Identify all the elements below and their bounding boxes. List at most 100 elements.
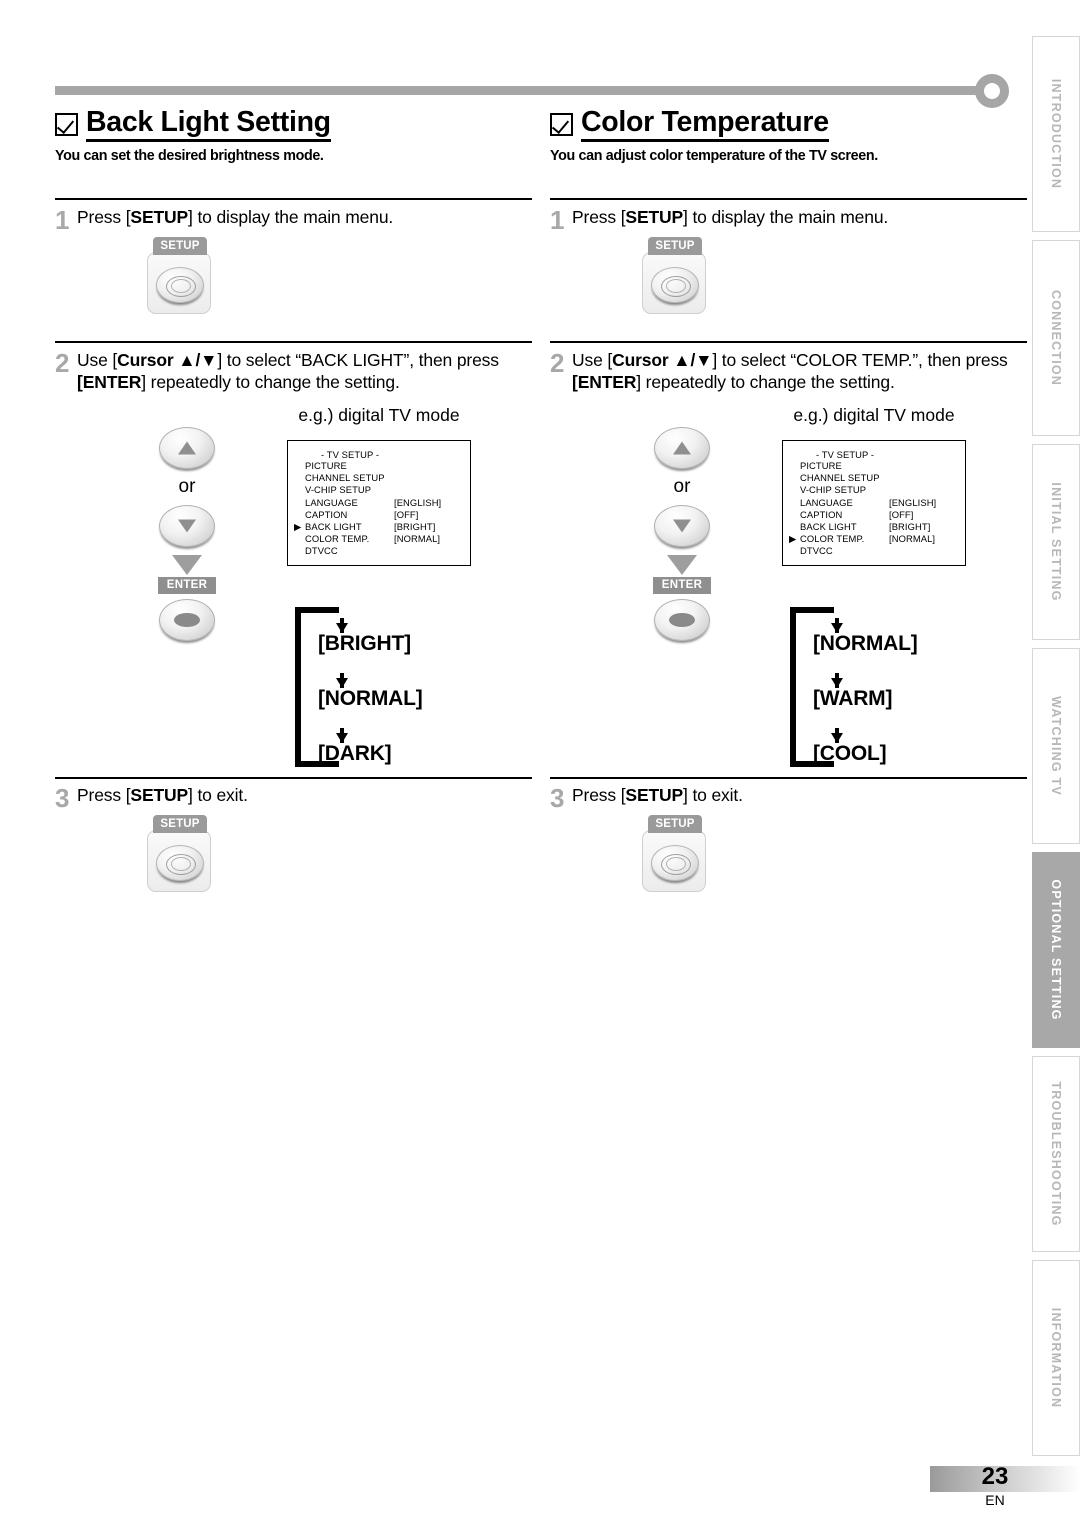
cycle-option: [WARM] — [813, 687, 893, 710]
osd-row-label: CHANNEL SETUP — [305, 472, 385, 484]
cycle-option: [BRIGHT] — [318, 632, 411, 655]
sidebar-tab-label: INFORMATION — [1049, 1307, 1063, 1409]
osd-row[interactable]: CHANNEL SETUP — [783, 472, 965, 484]
cursor-down-button[interactable] — [159, 505, 215, 547]
step-number: 1 — [55, 205, 70, 235]
step-text: Use [Cursor ▲/▼] to select “COLOR TEMP.”… — [572, 350, 1008, 393]
osd-row[interactable]: CAPTION [OFF] — [783, 509, 965, 521]
chapter-tabs-sidebar: INTRODUCTION CONNECTION INITIAL SETTING … — [1028, 0, 1080, 1526]
setup-button-cap-icon — [651, 845, 699, 881]
sidebar-tab-initial-setting[interactable]: INITIAL SETTING — [1032, 444, 1080, 640]
content-columns: Back Light Setting You can set the desir… — [0, 0, 1027, 1526]
osd-row-selected[interactable]: ▶ BACK LIGHT [BRIGHT] — [288, 521, 470, 533]
step-text: Press [SETUP] to display the main menu. — [572, 207, 889, 227]
triangle-up-icon — [673, 441, 691, 455]
step-2: 2 Use [Cursor ▲/▼] to select “BACK LIGHT… — [55, 349, 499, 394]
osd-selection-marker-icon: ▶ — [789, 533, 797, 545]
or-label: or — [178, 476, 196, 497]
sidebar-tab-connection[interactable]: CONNECTION — [1032, 240, 1080, 436]
section-heading: Back Light Setting — [55, 107, 331, 142]
cursor-up-button[interactable] — [159, 427, 215, 469]
osd-row[interactable]: DTVCC — [783, 545, 965, 557]
step-text: Use [Cursor ▲/▼] to select “BACK LIGHT”,… — [77, 350, 499, 393]
setting-cycle-diagram: [BRIGHT] [NORMAL] [DARK] — [295, 607, 535, 767]
osd-row-value: [BRIGHT] — [394, 520, 436, 532]
step-number: 3 — [550, 783, 565, 813]
osd-row[interactable]: V-CHIP SETUP — [783, 484, 965, 496]
osd-row-value: [ENGLISH] — [394, 496, 442, 508]
step-number: 2 — [550, 348, 565, 378]
cycle-option: [COOL] — [813, 742, 887, 765]
setup-button-label: SETUP — [153, 815, 207, 833]
flow-arrow-down-icon — [172, 555, 202, 575]
cursor-down-button[interactable] — [654, 505, 710, 547]
step-3: 3 Press [SETUP] to exit. — [550, 784, 743, 811]
osd-row-label: V-CHIP SETUP — [305, 484, 372, 496]
section-back-light-setting: Back Light Setting You can set the desir… — [55, 0, 547, 1526]
osd-row[interactable]: CAPTION [OFF] — [288, 509, 470, 521]
osd-menu-box: - TV SETUP - PICTURE CHANNEL SETUP V-CHI… — [287, 440, 471, 566]
osd-row-label: DTVCC — [800, 545, 833, 557]
osd-menu-box: - TV SETUP - PICTURE CHANNEL SETUP V-CHI… — [782, 440, 966, 566]
setup-button-cap-icon — [156, 845, 204, 881]
checkbox-icon — [550, 113, 573, 137]
setup-button-label: SETUP — [648, 815, 702, 833]
sidebar-tab-troubleshooting[interactable]: TROUBLESHOOTING — [1032, 1056, 1080, 1252]
step-1: 1 Press [SETUP] to display the main menu… — [550, 206, 888, 233]
enter-button[interactable] — [654, 599, 710, 641]
osd-row[interactable]: V-CHIP SETUP — [288, 484, 470, 496]
cursor-controls: or ENTER — [640, 427, 724, 641]
osd-row[interactable]: COLOR TEMP. [NORMAL] — [288, 533, 470, 545]
osd-row-label: LANGUAGE — [800, 496, 853, 508]
osd-row-label: V-CHIP SETUP — [800, 484, 867, 496]
osd-row-selected[interactable]: ▶ COLOR TEMP. [NORMAL] — [783, 533, 965, 545]
triangle-down-icon — [178, 519, 196, 533]
cursor-up-button[interactable] — [654, 427, 710, 469]
osd-title: - TV SETUP - — [321, 449, 380, 460]
setup-button[interactable]: SETUP — [147, 237, 211, 314]
section-color-temperature: Color Temperature You can adjust color t… — [550, 0, 1042, 1526]
osd-title: - TV SETUP - — [816, 449, 875, 460]
sidebar-tab-introduction[interactable]: INTRODUCTION — [1032, 36, 1080, 232]
step-number: 1 — [550, 205, 565, 235]
osd-row-value: [BRIGHT] — [889, 520, 931, 532]
osd-row-label: COLOR TEMP. — [305, 533, 370, 545]
section-subtitle: You can set the desired brightness mode. — [55, 148, 324, 164]
osd-row[interactable]: BACK LIGHT [BRIGHT] — [783, 521, 965, 533]
page-title: Back Light Setting — [86, 107, 331, 142]
enter-button[interactable] — [159, 599, 215, 641]
osd-row-label: PICTURE — [305, 460, 347, 471]
enter-dot-icon — [669, 613, 695, 627]
setup-button[interactable]: SETUP — [147, 815, 211, 892]
setup-button[interactable]: SETUP — [642, 237, 706, 314]
setup-button-cap-icon — [651, 267, 699, 303]
setup-button[interactable]: SETUP — [642, 815, 706, 892]
osd-row[interactable]: DTVCC — [288, 545, 470, 557]
setting-cycle-diagram: [NORMAL] [WARM] [COOL] — [790, 607, 1030, 767]
enter-label: ENTER — [158, 577, 216, 594]
setup-button-label: SETUP — [648, 237, 702, 255]
sidebar-tab-label: TROUBLESHOOTING — [1049, 1081, 1063, 1227]
setup-button-cap-icon — [156, 267, 204, 303]
sidebar-tab-label: OPTIONAL SETTING — [1049, 879, 1063, 1021]
step-rule-2 — [55, 341, 532, 343]
osd-row[interactable]: LANGUAGE [ENGLISH] — [288, 497, 470, 509]
sidebar-tab-watching-tv[interactable]: WATCHING TV — [1032, 648, 1080, 844]
step-rule-3 — [55, 777, 532, 779]
flow-arrow-down-icon — [667, 555, 697, 575]
sidebar-tab-label: INITIAL SETTING — [1049, 482, 1063, 602]
osd-row[interactable]: LANGUAGE [ENGLISH] — [783, 497, 965, 509]
step-text: Press [SETUP] to display the main menu. — [77, 207, 394, 227]
osd-row[interactable]: PICTURE — [288, 460, 470, 472]
section-subtitle: You can adjust color temperature of the … — [550, 148, 878, 164]
step-text: Press [SETUP] to exit. — [572, 785, 743, 805]
osd-row[interactable]: PICTURE — [783, 460, 965, 472]
osd-row[interactable]: CHANNEL SETUP — [288, 472, 470, 484]
sidebar-tab-information[interactable]: INFORMATION — [1032, 1260, 1080, 1456]
sidebar-tab-optional-setting[interactable]: OPTIONAL SETTING — [1032, 852, 1080, 1048]
osd-row-label: CAPTION — [800, 508, 843, 520]
osd-row-value: [OFF] — [394, 508, 419, 520]
osd-row-label: CHANNEL SETUP — [800, 472, 880, 484]
cycle-option: [NORMAL] — [813, 632, 918, 655]
sidebar-tab-label: CONNECTION — [1049, 289, 1063, 387]
